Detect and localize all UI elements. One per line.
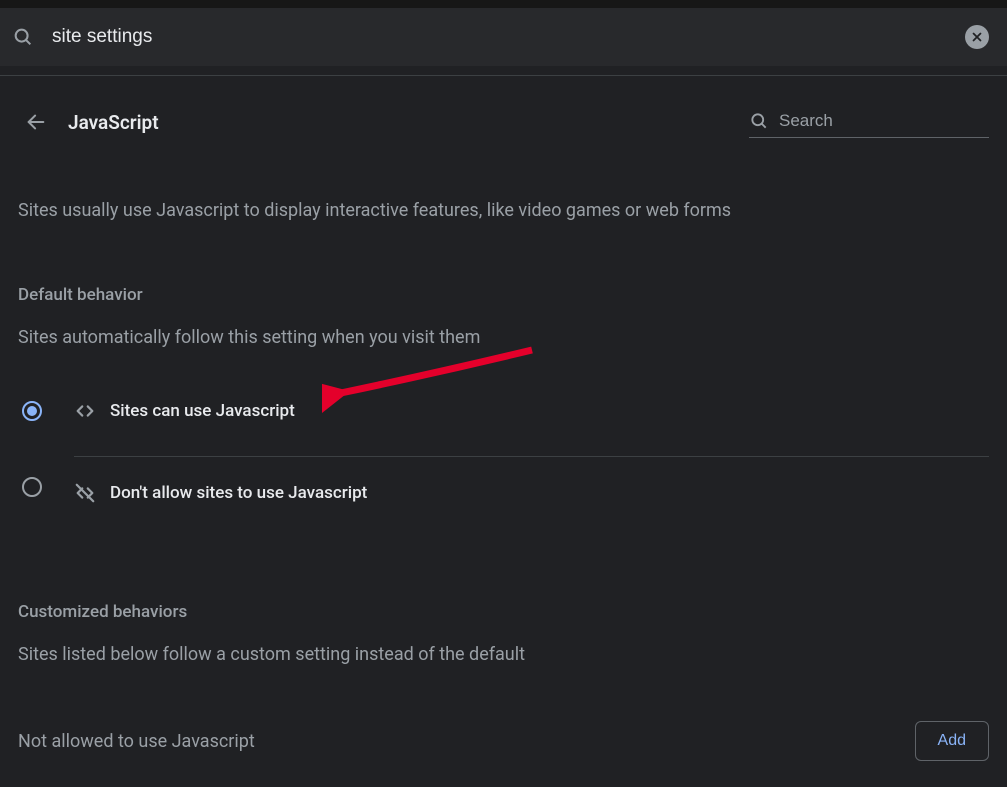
page-search-field[interactable] [749,107,989,138]
search-icon [749,111,769,131]
settings-search-input[interactable] [52,26,965,48]
radio-option-allow-js[interactable]: Sites can use Javascript [18,386,989,446]
code-icon [74,400,98,422]
settings-search-bar [0,8,1007,66]
option-label: Sites can use Javascript [110,401,295,421]
back-button[interactable] [18,104,54,140]
page-search-input[interactable] [779,111,989,131]
radio-button-unchecked[interactable] [22,477,42,497]
search-icon [12,26,34,48]
code-off-icon [74,482,98,504]
radio-option-block-js[interactable]: Don't allow sites to use Javascript [18,446,989,528]
customized-behaviors-title: Customized behaviors [18,602,989,622]
radio-button-checked[interactable] [22,401,42,421]
add-button[interactable]: Add [915,721,989,761]
not-allowed-label: Not allowed to use Javascript [18,731,915,752]
page-title: JavaScript [68,111,159,134]
default-behavior-subtitle: Sites automatically follow this setting … [18,327,989,348]
option-label: Don't allow sites to use Javascript [110,483,367,503]
default-behavior-title: Default behavior [18,285,989,305]
clear-search-icon[interactable] [965,25,989,49]
page-description: Sites usually use Javascript to display … [18,200,989,221]
customized-behaviors-subtitle: Sites listed below follow a custom setti… [18,644,989,665]
